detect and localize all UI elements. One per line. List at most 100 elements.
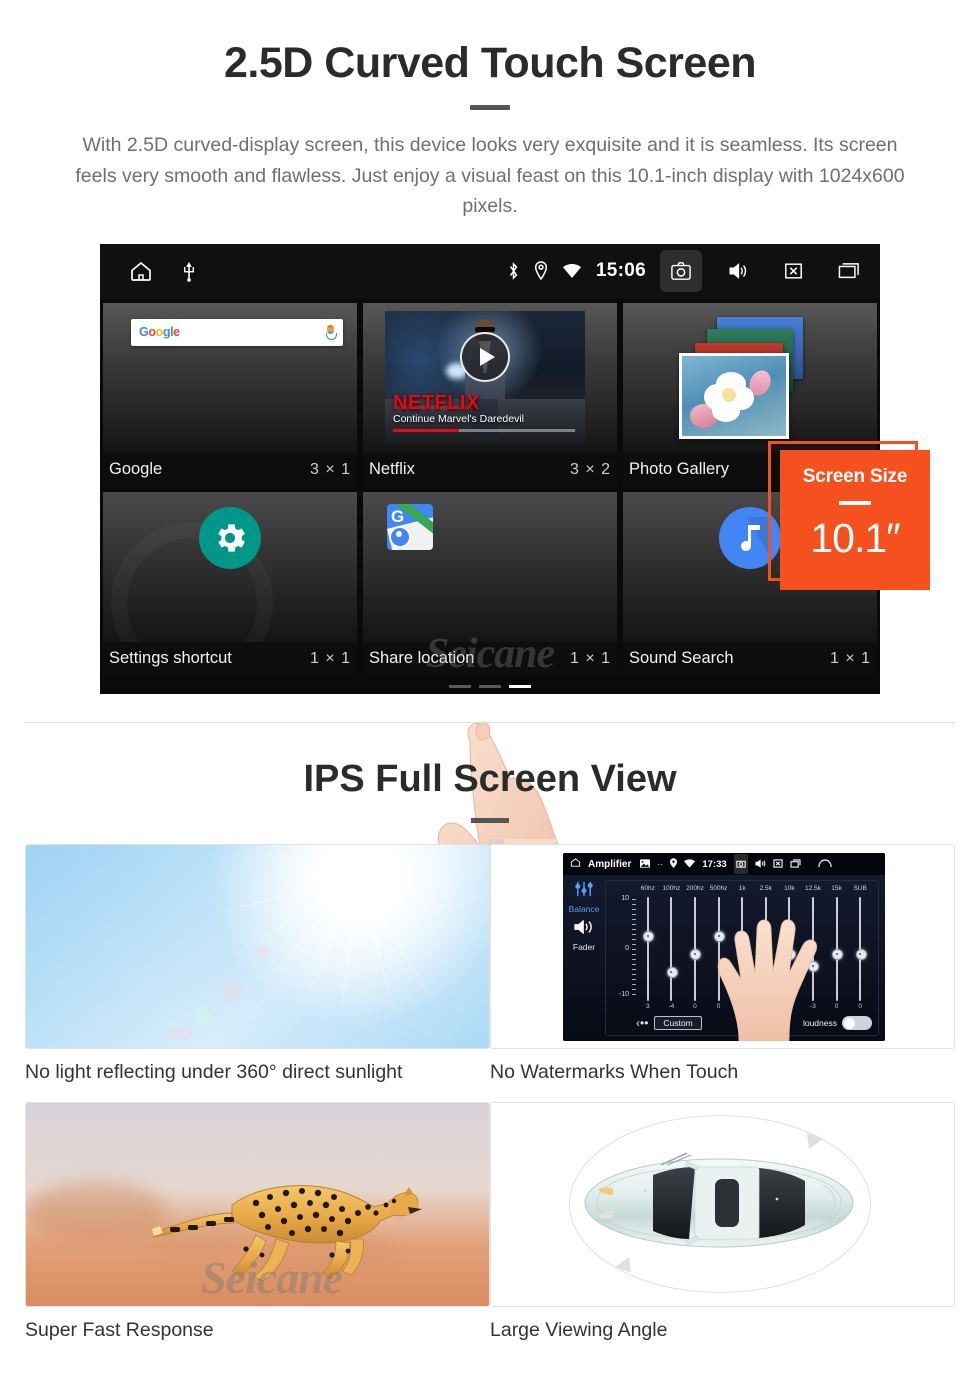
- band-label: 1k: [738, 885, 746, 892]
- band-value: 0: [858, 1003, 862, 1010]
- widget-size: 1 × 1: [309, 649, 351, 667]
- feature-card-viewing-angle: Large Viewing Angle: [490, 1102, 955, 1342]
- amplifier-sidebar: Balance Fader: [563, 875, 605, 1041]
- amplifier-title: Amplifier: [588, 858, 632, 870]
- eq-slider[interactable]: [636, 897, 660, 1001]
- status-time: 15:06: [595, 260, 646, 282]
- band-label: 60hz: [640, 885, 655, 892]
- netflix-widget[interactable]: NETFLIX Continue Marvel's Daredevil: [363, 302, 617, 453]
- camera-icon[interactable]: [733, 854, 748, 874]
- widget-grid: Google Google 3 × 1 NETFLIX Continue Mar…: [100, 299, 880, 694]
- widget-caption: Settings shortcut 1 × 1: [103, 641, 357, 676]
- eq-slider[interactable]: [683, 897, 707, 1001]
- axis-label-max: 10: [621, 895, 629, 902]
- widget-caption: Google 3 × 1: [103, 452, 357, 487]
- car-top-view-diagram: [491, 1103, 954, 1306]
- running-cheetah-photo: Seicane: [26, 1103, 489, 1306]
- back-arrow-icon[interactable]: ‹••: [636, 1016, 648, 1030]
- widget-size: 1 × 1: [829, 649, 871, 667]
- page-indicator[interactable]: [449, 684, 531, 688]
- equalizer-axis: 10 0 -10: [612, 895, 636, 1001]
- card-image-frame: [25, 844, 490, 1049]
- wifi-icon: [562, 263, 582, 279]
- location-icon: [670, 855, 678, 873]
- netflix-progress-bar: [393, 429, 575, 432]
- section2-title: IPS Full Screen View: [303, 758, 677, 800]
- eq-slider[interactable]: [660, 897, 684, 1001]
- page-dot-active[interactable]: [509, 684, 531, 688]
- widget-name: Netflix: [369, 460, 415, 479]
- share-location-widget[interactable]: G: [363, 491, 617, 642]
- recents-icon[interactable]: [790, 855, 801, 873]
- card-label: Large Viewing Angle: [490, 1319, 668, 1341]
- open-hand-illustration: [717, 919, 817, 1041]
- google-search-bar[interactable]: Google: [131, 318, 343, 346]
- recents-icon[interactable]: [828, 250, 870, 292]
- band-value: -4: [668, 1003, 675, 1010]
- badge-label: Screen Size: [802, 465, 908, 487]
- image-icon[interactable]: [640, 855, 651, 873]
- page-dot[interactable]: [479, 684, 501, 688]
- title-underline: [470, 105, 510, 111]
- settings-gear-icon[interactable]: [199, 506, 261, 569]
- widget-size: 1 × 1: [569, 649, 611, 667]
- widget-caption: Sound Search 1 × 1: [623, 641, 877, 676]
- photo-gallery-widget[interactable]: [623, 302, 877, 453]
- netflix-preview[interactable]: NETFLIX Continue Marvel's Daredevil: [385, 310, 585, 445]
- google-search-widget[interactable]: Google: [103, 302, 357, 453]
- photo-stack: [675, 316, 805, 439]
- widget-size: 3 × 2: [569, 460, 611, 478]
- feature-card-sunlight: No light reflecting under 360° direct su…: [25, 844, 490, 1084]
- camera-icon[interactable]: [660, 250, 702, 293]
- settings-shortcut-widget[interactable]: [103, 491, 357, 642]
- close-box-icon[interactable]: [772, 250, 814, 292]
- widget-share-location[interactable]: G Share location 1 × 1: [363, 491, 617, 677]
- page-title: 2.5D Curved Touch Screen: [223, 39, 757, 87]
- play-icon[interactable]: [460, 331, 510, 382]
- google-maps-icon[interactable]: G: [387, 503, 433, 550]
- netflix-subtitle: Continue Marvel's Daredevil: [393, 412, 524, 425]
- widget-name: Settings shortcut: [109, 649, 232, 668]
- back-icon[interactable]: [817, 855, 832, 873]
- widget-settings-shortcut[interactable]: Settings shortcut 1 × 1: [103, 491, 357, 677]
- card-image-frame: [490, 1102, 955, 1307]
- widget-google[interactable]: Google Google 3 × 1: [103, 302, 357, 488]
- speaker-icon[interactable]: [563, 919, 605, 940]
- sliders-icon[interactable]: [563, 881, 605, 902]
- card-image-frame: Amplifier ·· 17:33 Balance Fader 10 0 -1…: [490, 844, 955, 1049]
- section-divider: [25, 722, 955, 723]
- eq-slider[interactable]: [848, 897, 872, 1001]
- microphone-icon[interactable]: [326, 325, 337, 341]
- amplifier-status-bar: Amplifier ·· 17:33: [563, 853, 885, 875]
- preset-button[interactable]: Custom: [654, 1016, 702, 1030]
- widget-row: Google Google 3 × 1 NETFLIX Continue Mar…: [100, 299, 880, 488]
- band-label: 200hz: [686, 885, 704, 892]
- fader-label[interactable]: Fader: [563, 942, 605, 952]
- loudness-toggle[interactable]: [842, 1016, 872, 1030]
- widget-name: Photo Gallery: [629, 460, 729, 479]
- sunlight-sky-photo: [26, 845, 489, 1048]
- bluetooth-icon: [507, 261, 520, 281]
- section-ips-full-screen-view: IPS Full Screen View No light reflecting…: [0, 740, 980, 1341]
- home-icon[interactable]: [128, 259, 154, 283]
- band-label: 12.5k: [805, 885, 821, 892]
- balance-label[interactable]: Balance: [563, 904, 605, 914]
- widget-netflix[interactable]: NETFLIX Continue Marvel's Daredevil Netf…: [363, 302, 617, 488]
- band-label: 100hz: [662, 885, 681, 892]
- band-label: 10k: [784, 885, 795, 892]
- page-dot[interactable]: [449, 684, 471, 688]
- volume-icon[interactable]: [755, 855, 766, 873]
- widget-size: 3 × 1: [309, 460, 351, 478]
- widget-caption: Share location 1 × 1: [363, 641, 617, 676]
- widget-name: Sound Search: [629, 649, 734, 668]
- home-icon[interactable]: [570, 855, 581, 873]
- band-label: 15k: [831, 885, 842, 892]
- close-box-icon[interactable]: [773, 855, 783, 873]
- page-root: 2.5D Curved Touch Screen With 2.5D curve…: [0, 0, 980, 1394]
- google-logo: Google: [139, 325, 180, 340]
- android-home-screen: 15:06 Google Google 3 × 1 NETFLIX Contin…: [100, 243, 880, 694]
- android-status-bar: 15:06: [100, 243, 880, 299]
- more-icon[interactable]: ··: [657, 859, 663, 869]
- section2-title-underline: [471, 818, 509, 823]
- volume-icon[interactable]: [716, 250, 758, 292]
